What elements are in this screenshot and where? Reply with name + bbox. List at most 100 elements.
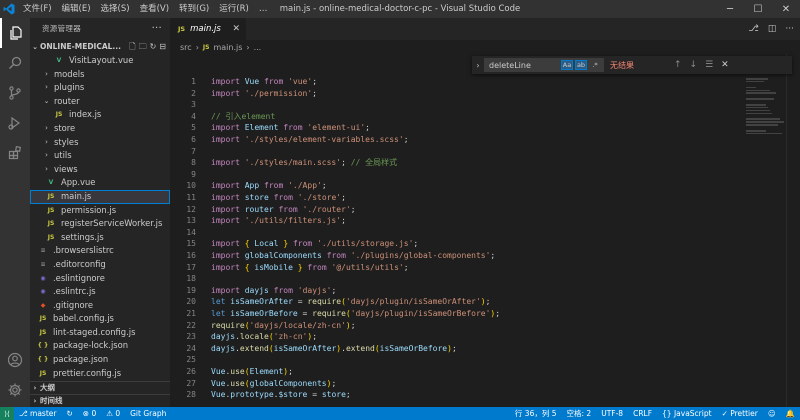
source-control-icon[interactable] bbox=[0, 78, 30, 108]
code-line[interactable]: 4 // 引入element bbox=[170, 111, 800, 123]
more-actions-icon[interactable]: ··· bbox=[152, 18, 162, 40]
menu-more[interactable]: … bbox=[254, 0, 273, 18]
tree-file[interactable]: ≡ .browserslistrc bbox=[30, 244, 170, 258]
code-line[interactable]: 1 import Vue from 'vue'; bbox=[170, 76, 800, 88]
code-line[interactable]: 2 import './permission'; bbox=[170, 88, 800, 100]
toggle-replace-icon[interactable]: › bbox=[472, 61, 484, 70]
encoding[interactable]: UTF-8 bbox=[596, 407, 628, 420]
code-line[interactable]: 14 bbox=[170, 227, 800, 239]
extensions-icon[interactable] bbox=[0, 138, 30, 168]
open-changes-icon[interactable]: ⎇ bbox=[749, 24, 759, 34]
prettier-status[interactable]: ✓ Prettier bbox=[717, 407, 763, 420]
minimize-button[interactable]: ─ bbox=[716, 0, 744, 18]
new-folder-icon[interactable]: 🗀 bbox=[139, 40, 147, 54]
explorer-icon[interactable] bbox=[0, 18, 30, 48]
menu-selection[interactable]: 选择(S) bbox=[96, 0, 135, 18]
code-line[interactable]: 9 bbox=[170, 169, 800, 181]
tree-file[interactable]: ◆ .gitignore bbox=[30, 299, 170, 313]
next-match-icon[interactable]: ↓ bbox=[690, 60, 698, 70]
code-line[interactable]: 25 bbox=[170, 354, 800, 366]
more-actions-icon[interactable]: ··· bbox=[785, 24, 794, 34]
cursor-position[interactable]: 行 36，列 5 bbox=[510, 407, 562, 420]
use-regex-toggle[interactable]: .* bbox=[589, 60, 601, 70]
code-line[interactable]: 7 bbox=[170, 146, 800, 158]
tree-file[interactable]: JS lint-staged.config.js bbox=[30, 326, 170, 340]
code-line[interactable]: 24 dayjs.extend(isSameOrAfter).extend(isS… bbox=[170, 343, 800, 355]
tree-file[interactable]: ≡ .editorconfig bbox=[30, 258, 170, 272]
tree-file[interactable]: JS settings.js bbox=[30, 231, 170, 245]
code-line[interactable]: 27 Vue.use(globalComponents); bbox=[170, 378, 800, 390]
language-mode[interactable]: {} JavaScript bbox=[657, 407, 717, 420]
code-line[interactable]: 13 import './utils/filters.js'; bbox=[170, 215, 800, 227]
breadcrumb-symbol[interactable]: ... bbox=[254, 43, 262, 52]
run-debug-icon[interactable] bbox=[0, 108, 30, 138]
tree-folder[interactable]: › store bbox=[30, 122, 170, 136]
code-line[interactable]: 22 require('dayjs/locale/zh-cn'); bbox=[170, 320, 800, 332]
timeline-section[interactable]: › 时间线 bbox=[30, 394, 170, 406]
code-line[interactable]: 19 import dayjs from 'dayjs'; bbox=[170, 285, 800, 297]
tree-folder[interactable]: › utils bbox=[30, 149, 170, 163]
tree-folder[interactable]: ⌄ router bbox=[30, 95, 170, 109]
tree-file[interactable]: JS babel.config.js bbox=[30, 312, 170, 326]
tree-file[interactable]: JS main.js bbox=[30, 189, 170, 204]
code-line[interactable]: 26 Vue.use(Element); bbox=[170, 366, 800, 378]
menu-view[interactable]: 查看(V) bbox=[135, 0, 174, 18]
code-line[interactable]: 10 import App from './App'; bbox=[170, 180, 800, 192]
minimap[interactable] bbox=[746, 78, 786, 138]
menu-file[interactable]: 文件(F) bbox=[18, 0, 57, 18]
previous-match-icon[interactable]: ↑ bbox=[674, 60, 682, 70]
vertical-scrollbar[interactable] bbox=[786, 54, 800, 407]
code-editor[interactable]: 1 import Vue from 'vue'; 2 import './permis… bbox=[170, 54, 800, 407]
settings-gear-icon[interactable] bbox=[0, 375, 30, 405]
end-of-line[interactable]: CRLF bbox=[628, 407, 657, 420]
sync-icon[interactable]: ↻ bbox=[61, 407, 77, 420]
code-line[interactable]: 18 bbox=[170, 273, 800, 285]
remote-indicator-icon[interactable]: ⟩⟨ bbox=[0, 407, 14, 420]
problems-errors[interactable]: ⊗ 0 bbox=[78, 407, 101, 420]
tree-file[interactable]: ◉ .eslintrc.js bbox=[30, 285, 170, 299]
tree-file[interactable]: JS registerServiceWorker.js bbox=[30, 217, 170, 231]
indentation[interactable]: 空格: 2 bbox=[562, 407, 597, 420]
notifications-bell-icon[interactable]: 🔔 bbox=[781, 407, 800, 420]
code-line[interactable]: 12 import router from './router'; bbox=[170, 204, 800, 216]
menu-run[interactable]: 运行(R) bbox=[214, 0, 254, 18]
code-line[interactable]: 8 import './styles/main.scss'; // 全局样式 bbox=[170, 157, 800, 169]
menu-edit[interactable]: 编辑(E) bbox=[57, 0, 96, 18]
git-graph-button[interactable]: Git Graph bbox=[125, 407, 171, 420]
tree-file[interactable]: JS index.js bbox=[30, 108, 170, 122]
menu-go[interactable]: 转到(G) bbox=[174, 0, 214, 18]
tree-file[interactable]: { } package-lock.json bbox=[30, 339, 170, 353]
outline-section[interactable]: › 大纲 bbox=[30, 381, 170, 393]
search-icon[interactable] bbox=[0, 48, 30, 78]
new-file-icon[interactable]: 🗋 bbox=[129, 40, 135, 54]
tree-folder[interactable]: › plugins bbox=[30, 81, 170, 95]
tree-file[interactable]: { } package.json bbox=[30, 353, 170, 367]
code-line[interactable]: 28 Vue.prototype.$store = store; bbox=[170, 389, 800, 401]
tree-file[interactable]: ◉ .eslintignore bbox=[30, 272, 170, 286]
code-line[interactable]: 3 bbox=[170, 99, 800, 111]
workspace-folder[interactable]: ⌄ ONLINE-MEDICAL... 🗋 🗀 ↻ ⊟ bbox=[30, 40, 170, 54]
tree-file[interactable]: V VisitLayout.vue bbox=[30, 54, 170, 68]
code-line[interactable]: 21 let isSameOrBefore = require('dayjs/pl… bbox=[170, 308, 800, 320]
breadcrumb-file[interactable]: main.js bbox=[213, 43, 242, 52]
tree-folder[interactable]: › views bbox=[30, 163, 170, 177]
tree-folder[interactable]: › models bbox=[30, 68, 170, 82]
breadcrumb-src[interactable]: src bbox=[180, 43, 192, 52]
code-line[interactable]: 11 import store from './store'; bbox=[170, 192, 800, 204]
tab-main-js[interactable]: JS main.js ✕ bbox=[170, 18, 246, 40]
tree-file[interactable]: JS prettier.config.js bbox=[30, 367, 170, 381]
code-line[interactable]: 20 let isSameOrAfter = require('dayjs/plu… bbox=[170, 296, 800, 308]
close-window-button[interactable]: ✕ bbox=[772, 0, 800, 18]
collapse-all-icon[interactable]: ⊟ bbox=[159, 40, 166, 54]
git-branch[interactable]: ⎇ master bbox=[14, 407, 61, 420]
feedback-icon[interactable]: ☺ bbox=[763, 407, 781, 420]
code-line[interactable]: 16 import globalComponents from './plugin… bbox=[170, 250, 800, 262]
code-line[interactable]: 5 import Element from 'element-ui'; bbox=[170, 122, 800, 134]
tree-folder[interactable]: › styles bbox=[30, 136, 170, 150]
tree-file[interactable]: V App.vue bbox=[30, 176, 170, 190]
find-in-selection-icon[interactable]: ☰ bbox=[705, 60, 713, 70]
tree-file[interactable]: JS permission.js bbox=[30, 204, 170, 218]
close-find-icon[interactable]: ✕ bbox=[721, 60, 729, 70]
split-editor-icon[interactable]: ◫ bbox=[768, 24, 777, 34]
maximize-button[interactable]: ☐ bbox=[744, 0, 772, 18]
